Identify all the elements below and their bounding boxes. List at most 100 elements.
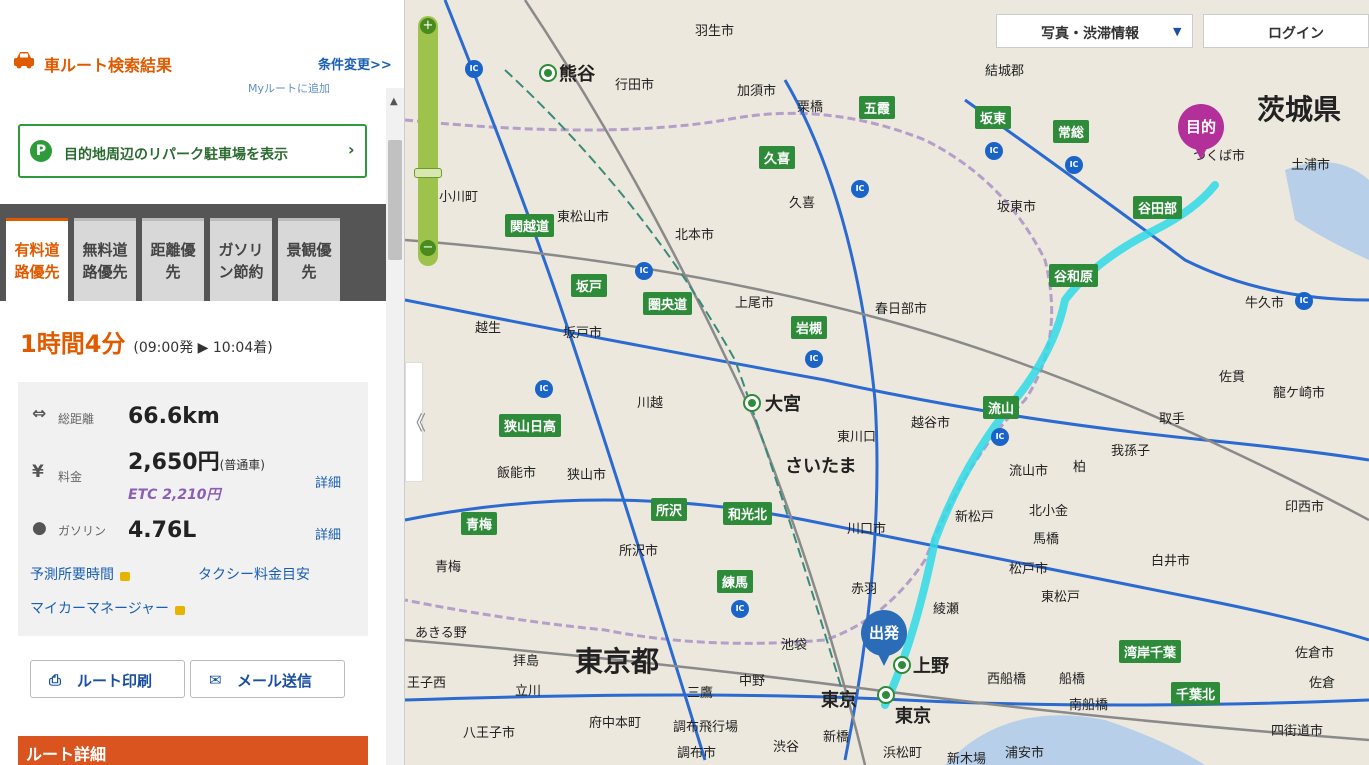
photo-traffic-dropdown[interactable]: 写真・渋滞情報 ▼: [996, 14, 1193, 48]
zoom-in-button[interactable]: +: [420, 18, 436, 34]
scroll-up-arrow-icon[interactable]: ▲: [390, 96, 398, 107]
place-label: 東松戸: [1041, 590, 1081, 605]
station-marker: [743, 394, 761, 412]
place-label: 土浦市: [1291, 158, 1331, 173]
fare-label: 料金: [58, 470, 83, 484]
place-label: 青梅: [435, 560, 462, 575]
interchange-icon[interactable]: IC: [805, 350, 823, 368]
place-label: 東松山市: [557, 210, 610, 225]
place-label: 狭山市: [567, 468, 607, 483]
expressway-label: 所沢: [651, 498, 688, 521]
place-label: 佐倉: [1309, 676, 1336, 691]
mycar-manager-link[interactable]: マイカーマネージャー: [30, 598, 186, 618]
change-conditions-link[interactable]: 条件変更>>: [318, 54, 392, 73]
tokyo-label-2: 東京: [895, 706, 931, 727]
tab-label: 距離優: [150, 241, 196, 259]
tab-gas-saving[interactable]: ガソリ ン節約: [210, 218, 272, 301]
kumagaya-label: 熊谷: [559, 64, 595, 85]
gas-detail-link[interactable]: 詳細: [315, 524, 341, 543]
route-summary-box: ⇔ 総距離 66.6km ¥ 料金 2,650円(普通車) ETC 2,210円…: [18, 382, 368, 636]
interchange-icon[interactable]: IC: [465, 60, 483, 78]
place-label: 佐倉市: [1295, 646, 1335, 661]
panel-scrollbar-thumb[interactable]: [388, 140, 402, 260]
repark-parking-button[interactable]: P 目的地周辺のリパーク駐車場を表示 ›: [18, 124, 367, 178]
ibaraki-prefecture-label: 茨城県: [1257, 93, 1342, 126]
car-icon: [14, 52, 34, 69]
route-print-button[interactable]: ⎙ ルート印刷: [30, 660, 185, 698]
saitama-label: さいたま: [785, 456, 857, 477]
place-label: 拝島: [513, 654, 540, 669]
place-label: 我孫子: [1111, 444, 1151, 459]
place-label: 南船橋: [1069, 698, 1109, 713]
my-route-note[interactable]: Myルートに追加: [248, 80, 330, 96]
place-label: 柏: [1073, 460, 1087, 475]
login-button[interactable]: ログイン: [1203, 14, 1369, 48]
map-view[interactable]: 羽生市 結城郡 行田市 加須市 栗橋 久喜 坂東市 つくば市 土浦市 小川町 東松山市 北本市 春日部市…: [405, 0, 1369, 765]
expressway-label: 和光北: [723, 502, 773, 525]
place-label: 龍ケ崎市: [1273, 386, 1326, 401]
interchange-icon[interactable]: IC: [1295, 292, 1313, 310]
mail-send-button[interactable]: ✉ メール送信: [190, 660, 345, 698]
zoom-slider-handle[interactable]: [414, 168, 442, 178]
expressway-label: 湾岸千葉: [1119, 640, 1182, 663]
tokyo-prefecture-label: 東京都: [575, 645, 660, 678]
place-label: 北小金: [1029, 504, 1069, 519]
place-label: 浜松町: [883, 746, 923, 761]
predicted-time-link[interactable]: 予測所要時間: [30, 564, 130, 584]
place-label: 栗橋: [797, 100, 824, 115]
expressway-label: 谷田部: [1133, 196, 1183, 219]
prefecture-boundary: [405, 111, 1054, 645]
interchange-icon[interactable]: IC: [635, 262, 653, 280]
place-label: 松戸市: [1009, 562, 1049, 577]
tokyo-station-label: 東京: [821, 690, 857, 711]
expressway-label: 圏央道: [643, 292, 693, 315]
destination-pin[interactable]: 目的: [1178, 104, 1224, 160]
tab-distance-priority[interactable]: 距離優 先: [142, 218, 204, 301]
fuel-drop-icon: ●: [32, 518, 47, 538]
place-label: 新橋: [823, 730, 850, 745]
route-duration: 1時間4分: [20, 330, 126, 358]
fare-value: 2,650円(普通車): [128, 444, 265, 476]
place-label: 中野: [739, 674, 766, 689]
place-label: 結城郡: [985, 64, 1025, 79]
lock-icon: [175, 606, 186, 615]
place-label: 池袋: [781, 638, 808, 653]
place-label: 綾瀬: [933, 602, 960, 617]
station-marker: [877, 686, 895, 704]
interchange-icon[interactable]: IC: [535, 380, 553, 398]
place-label: 新木場: [947, 752, 987, 765]
tab-scenery-priority[interactable]: 景観優 先: [278, 218, 340, 301]
place-label: 春日部市: [875, 302, 928, 317]
mail-icon: ✉: [209, 671, 222, 689]
tab-free-road-priority[interactable]: 無料道 路優先: [74, 218, 136, 301]
collapse-panel-button[interactable]: 《: [405, 362, 426, 482]
repark-label: 目的地周辺のリパーク駐車場を表示: [64, 147, 288, 163]
tab-label: 無料道: [82, 241, 128, 259]
zoom-slider[interactable]: [418, 16, 438, 266]
place-label: 西船橋: [987, 672, 1027, 687]
interchange-icon[interactable]: IC: [731, 600, 749, 618]
taxi-fare-link[interactable]: タクシー料金目安: [198, 564, 310, 584]
place-label: 上尾市: [735, 296, 775, 311]
route-detail-header: ルート詳細: [18, 736, 368, 765]
fare-detail-link[interactable]: 詳細: [315, 472, 341, 491]
origin-pin[interactable]: 出発: [861, 610, 907, 666]
tab-toll-road-priority[interactable]: 有料道 路優先: [6, 218, 68, 301]
time-row: 1時間4分 (09:00発 ▶ 10:04着): [20, 324, 273, 359]
interchange-icon[interactable]: IC: [985, 142, 1003, 160]
zoom-out-button[interactable]: −: [420, 240, 436, 256]
place-label: 牛久市: [1245, 296, 1285, 311]
expressway-label: 千葉北: [1171, 682, 1221, 705]
distance-value: 66.6km: [128, 404, 220, 429]
tab-label: 先: [301, 263, 317, 281]
interchange-icon[interactable]: IC: [991, 428, 1009, 446]
interchange-icon[interactable]: IC: [1065, 156, 1083, 174]
tab-label: ン節約: [218, 263, 264, 281]
interchange-icon[interactable]: IC: [851, 180, 869, 198]
route-priority-tabs: 有料道 路優先 無料道 路優先 距離優 先 ガソリ ン節約 景観優 先: [0, 204, 386, 301]
omiya-label: 大宮: [765, 394, 801, 415]
place-label: 東川口: [837, 430, 877, 445]
place-label: 渋谷: [773, 740, 800, 755]
chevron-right-icon: ›: [348, 140, 355, 159]
place-label: 佐貫: [1219, 370, 1246, 385]
